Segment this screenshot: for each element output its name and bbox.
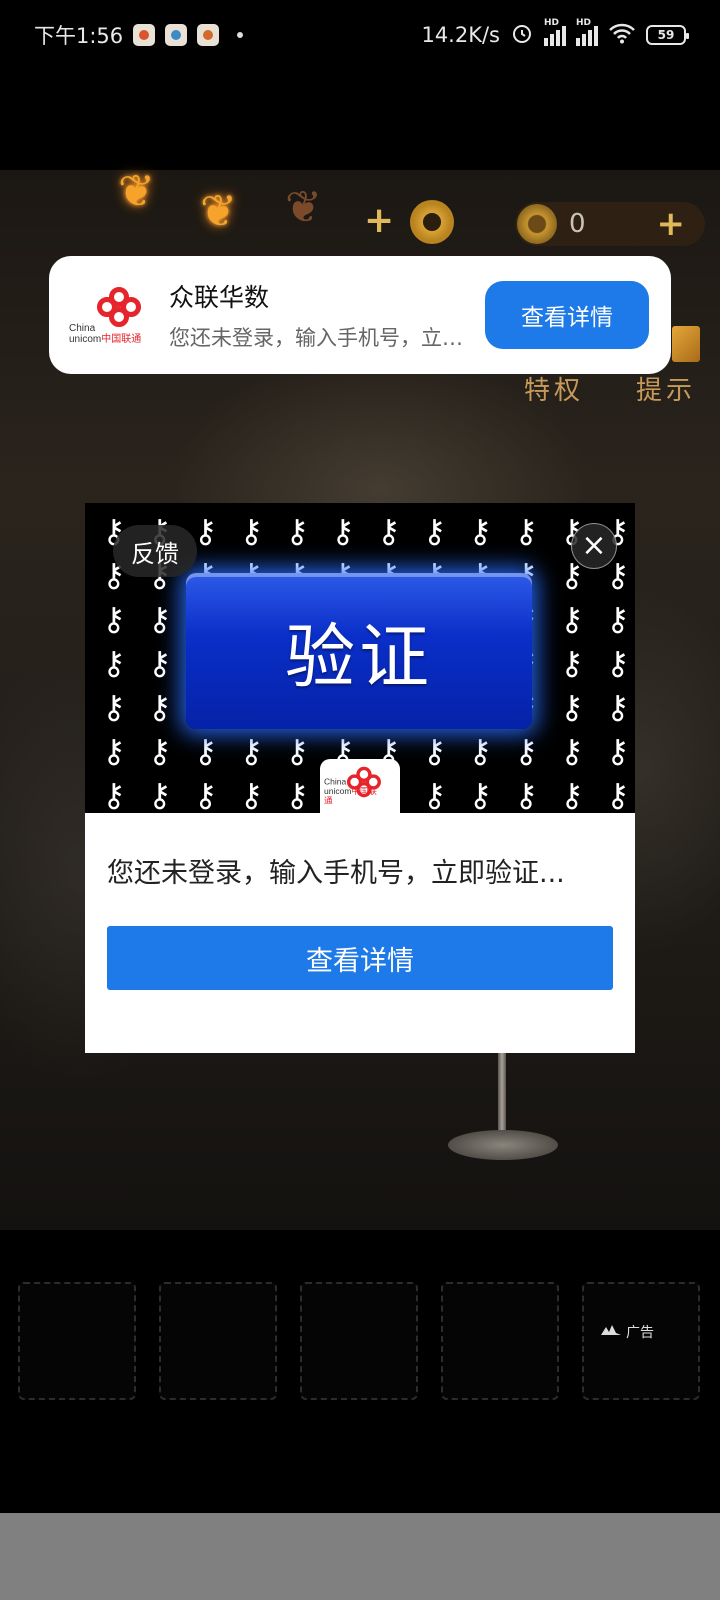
item-slot[interactable]: [18, 1282, 136, 1400]
key-icon: ⚷: [422, 732, 447, 770]
key-icon: ⚷: [239, 512, 263, 550]
key-icon: ⚷: [102, 688, 126, 726]
cellular-signal-icon: HD: [544, 18, 566, 46]
key-icon: ⚷: [102, 600, 126, 638]
key-icon: ⚷: [605, 644, 630, 682]
ad-badge-label: 广告: [626, 1325, 654, 1341]
key-icon: ⚷: [514, 732, 538, 770]
status-time: 下午1:56: [34, 24, 124, 48]
view-details-button[interactable]: 查看详情: [485, 281, 649, 349]
ad-network-icon: [600, 1324, 622, 1340]
cellular-signal-icon: HD: [576, 18, 598, 46]
add-icon[interactable]: +: [364, 200, 394, 241]
key-icon: ⚷: [102, 644, 126, 682]
ad-view-details-button[interactable]: 查看详情: [107, 926, 613, 990]
key-icon: ⚷: [468, 512, 492, 550]
key-icon: ⚷: [605, 688, 630, 726]
butterfly-icon: ❦: [118, 166, 155, 217]
lamp-pole: [498, 1050, 506, 1140]
key-icon: ⚷: [102, 776, 126, 813]
key-icon: ⚷: [147, 732, 172, 770]
key-icon: ⚷: [514, 776, 538, 813]
key-icon: ⚷: [147, 644, 172, 682]
key-icon: ⚷: [285, 732, 309, 770]
notification-app-name: 众联华数: [169, 283, 270, 312]
key-icon: ⚷: [193, 732, 218, 770]
key-icon: ⚷: [422, 512, 447, 550]
key-icon: ⚷: [560, 644, 584, 682]
key-icon: ⚷: [239, 776, 263, 813]
wifi-icon: [608, 22, 636, 49]
key-icon: ⚷: [331, 512, 355, 550]
key-icon: ⚷: [422, 776, 447, 813]
ad-dialog[interactable]: ⚷ ⚷ ⚷ ⚷ ⚷ ⚷ ⚷ ⚷ ⚷ ⚷ ⚷ ⚷ ⚷ ⚷ ⚷ ⚷ ⚷ ⚷ ⚷ ⚷ ⚷ ⚷ ⚷ ⚷ ⚷ ⚷ ⚷ ⚷ ⚷ ⚷ ⚷ ⚷ ⚷ ⚷ ⚷ ⚷ ⚷ ⚷ ⚷ ⚷…: [85, 503, 635, 1053]
key-icon: ⚷: [147, 600, 172, 638]
navigation-bar-area: [0, 1513, 720, 1600]
notification-app-icon: [165, 24, 188, 46]
key-icon: ⚷: [147, 776, 172, 813]
gear-icon[interactable]: [410, 200, 454, 244]
notification-app-icon: [197, 24, 220, 46]
battery-icon: 59: [646, 25, 689, 45]
item-slot[interactable]: [159, 1282, 277, 1400]
coin-counter: 0 +: [515, 202, 705, 246]
key-icon: ⚷: [605, 776, 630, 813]
butterfly-icon: ❦: [200, 186, 237, 237]
ad-message: 您还未登录，输入手机号，立即验证...: [107, 858, 565, 889]
key-icon: ⚷: [514, 512, 538, 550]
notification-app-icon: [133, 24, 156, 46]
key-icon: ⚷: [147, 688, 172, 726]
ad-banner-image[interactable]: ⚷ ⚷ ⚷ ⚷ ⚷ ⚷ ⚷ ⚷ ⚷ ⚷ ⚷ ⚷ ⚷ ⚷ ⚷ ⚷ ⚷ ⚷ ⚷ ⚷ ⚷ ⚷ ⚷ ⚷ ⚷ ⚷ ⚷ ⚷ ⚷ ⚷ ⚷ ⚷ ⚷ ⚷ ⚷ ⚷ ⚷ ⚷ ⚷ ⚷…: [85, 503, 635, 813]
feedback-button[interactable]: 反馈: [113, 525, 197, 577]
coin-icon: [517, 204, 557, 244]
key-icon: ⚷: [376, 512, 401, 550]
hint-button[interactable]: 提示: [636, 370, 696, 407]
close-icon[interactable]: ×: [571, 523, 617, 569]
key-icon: ⚷: [193, 776, 218, 813]
key-icon: ⚷: [560, 600, 584, 638]
ad-badge: 广告: [600, 1322, 654, 1342]
key-icon: ⚷: [560, 688, 584, 726]
key-icon: ⚷: [102, 732, 126, 770]
key-icon: ⚷: [239, 732, 263, 770]
lamp-base: [448, 1130, 558, 1160]
item-slot[interactable]: [300, 1282, 418, 1400]
unicom-logo-icon: China unicom中国联通: [69, 285, 153, 345]
key-icon: ⚷: [560, 732, 584, 770]
more-notifications-dot-icon: [237, 32, 244, 38]
key-icon: ⚷: [285, 776, 309, 813]
alarm-icon: [510, 21, 534, 50]
coin-count: 0: [569, 209, 586, 239]
hint-book-icon[interactable]: [672, 326, 700, 362]
network-speed: 14.2K/s: [421, 23, 500, 47]
key-icon: ⚷: [285, 512, 309, 550]
key-icon: ⚷: [605, 732, 630, 770]
butterfly-icon: ❦: [285, 182, 322, 233]
notification-message: 您还未登录，输入手机号，立即验证...: [169, 326, 469, 350]
item-slot[interactable]: [441, 1282, 559, 1400]
key-icon: ⚷: [468, 732, 492, 770]
privilege-button[interactable]: 特权: [524, 370, 584, 407]
key-icon: ⚷: [605, 600, 630, 638]
key-icon: ⚷: [560, 776, 584, 813]
status-bar: 下午1:56 14.2K/s HD HD 59: [0, 0, 720, 70]
notification-banner[interactable]: Chinaunicom中国联通 众联华数 您还未登录，输入手机号，立即验证...…: [49, 256, 671, 374]
verify-banner-button[interactable]: 验证: [186, 573, 532, 729]
key-icon: ⚷: [468, 776, 492, 813]
unicom-logo-icon: China unicom中国联通: [320, 759, 400, 813]
add-coins-button[interactable]: +: [657, 204, 686, 244]
